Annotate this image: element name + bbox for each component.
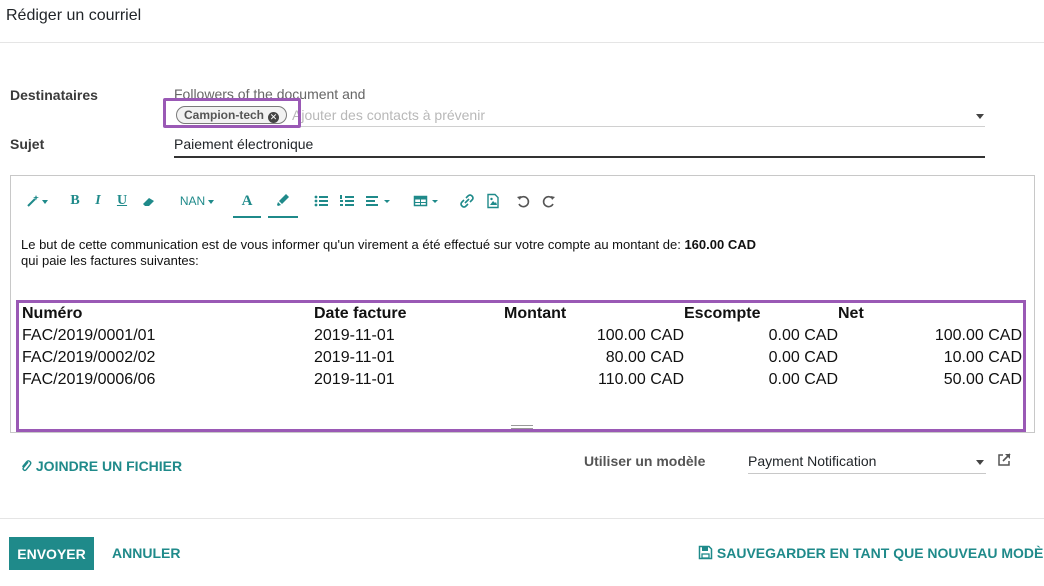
email-editor[interactable]: B I U NAN A Le but de cette communicatio… [10,175,1035,433]
recipient-tag-label: Campion-tech [184,108,265,122]
italic-icon[interactable]: I [93,192,103,210]
table-icon[interactable] [413,192,445,210]
editor-resize-handle[interactable] [511,425,533,429]
magic-wand-icon[interactable] [25,192,51,210]
recipients-field[interactable]: Campion-tech ✕ [174,104,985,127]
followers-text: Followers of the document and [174,86,366,102]
table-row: FAC/2019/0002/02 2019-11-01 80.00 CAD 0.… [22,347,1022,369]
dialog-title: Rédiger un courriel [6,7,142,24]
chevron-down-icon[interactable] [976,460,984,465]
cell-escompte: 0.00 CAD [768,327,838,344]
header-montant: Montant [504,305,567,322]
cell-date: 2019-11-01 [314,371,395,388]
cell-numero: FAC/2019/0002/02 [22,349,156,366]
cell-escompte: 0.00 CAD [768,349,838,366]
cell-montant: 80.00 CAD [605,349,684,366]
body-amount: 160.00 CAD [684,237,756,252]
save-template-label: SAUVEGARDER EN TANT QUE NOUVEAU MODÈLE [716,545,1044,561]
cancel-button[interactable]: ANNULER [112,545,180,561]
footer-divider [0,518,1044,519]
remove-tag-icon[interactable]: ✕ [268,112,280,123]
image-icon[interactable] [485,192,501,210]
header-divider [0,42,1044,43]
undo-icon[interactable] [515,192,531,210]
send-button[interactable]: ENVOYER [9,537,94,570]
paperclip-icon [21,460,32,472]
editor-toolbar: B I U NAN A [11,176,1034,224]
font-color-bar [233,216,261,218]
bullet-list-icon[interactable] [313,192,329,210]
align-icon[interactable] [365,192,397,210]
font-size-dropdown[interactable]: NAN [175,192,219,210]
cell-net: 50.00 CAD [943,371,1022,388]
recipients-label: Destinataires [10,87,98,103]
chevron-down-icon [208,199,215,204]
floppy-disk-icon [698,545,713,560]
table-header-row: Numéro Date facture Montant Escompte Net [22,303,1022,325]
cell-numero: FAC/2019/0006/06 [22,371,156,388]
cell-net: 10.00 CAD [943,349,1022,366]
redo-icon[interactable] [541,192,557,210]
body-intro: Le but de cette communication est de vou… [21,237,685,252]
external-link-icon[interactable] [996,452,1012,468]
subject-input[interactable] [174,134,985,154]
eraser-icon[interactable] [141,192,157,210]
link-icon[interactable] [459,192,475,210]
cell-escompte: 0.00 CAD [768,371,838,388]
highlight-icon[interactable] [273,192,293,210]
body-line-1: Le but de cette communication est de vou… [21,237,756,253]
recipients-dropdown-icon[interactable] [976,114,984,119]
header-date: Date facture [314,305,407,322]
invoice-table: Numéro Date facture Montant Escompte Net… [22,303,1022,391]
table-row: FAC/2019/0006/06 2019-11-01 110.00 CAD 0… [22,369,1022,391]
header-escompte: Escompte [684,305,761,322]
bold-icon[interactable]: B [69,192,81,210]
cell-date: 2019-11-01 [314,349,395,366]
font-size-label: NAN [179,194,206,208]
numbered-list-icon[interactable] [339,192,355,210]
table-row: FAC/2019/0001/01 2019-11-01 100.00 CAD 0… [22,325,1022,347]
body-line-2: qui paie les factures suivantes: [21,253,199,268]
font-color-icon[interactable]: A [237,192,257,210]
subject-label: Sujet [10,136,45,152]
header-net: Net [838,305,864,322]
subject-field[interactable] [174,134,985,158]
recipient-tag[interactable]: Campion-tech ✕ [176,106,288,124]
cell-numero: FAC/2019/0001/01 [22,327,156,344]
template-value: Payment Notification [748,453,877,469]
header-numero: Numéro [22,305,83,322]
attach-file-button[interactable]: JOINDRE UN FICHIER [20,458,182,474]
attach-file-label: JOINDRE UN FICHIER [35,458,183,474]
template-select[interactable]: Payment Notification [748,452,986,474]
cell-montant: 100.00 CAD [596,327,684,344]
cell-date: 2019-11-01 [314,327,395,344]
email-body-text[interactable]: Le but de cette communication est de vou… [21,237,756,269]
underline-icon[interactable]: U [115,192,129,210]
cell-montant: 110.00 CAD [598,371,684,388]
recipients-input[interactable] [292,106,962,124]
highlight-color-bar [268,216,298,218]
cell-net: 100.00 CAD [934,327,1022,344]
save-as-template-button[interactable]: SAUVEGARDER EN TANT QUE NOUVEAU MODÈLE [698,545,1044,561]
template-label: Utiliser un modèle [584,453,706,469]
